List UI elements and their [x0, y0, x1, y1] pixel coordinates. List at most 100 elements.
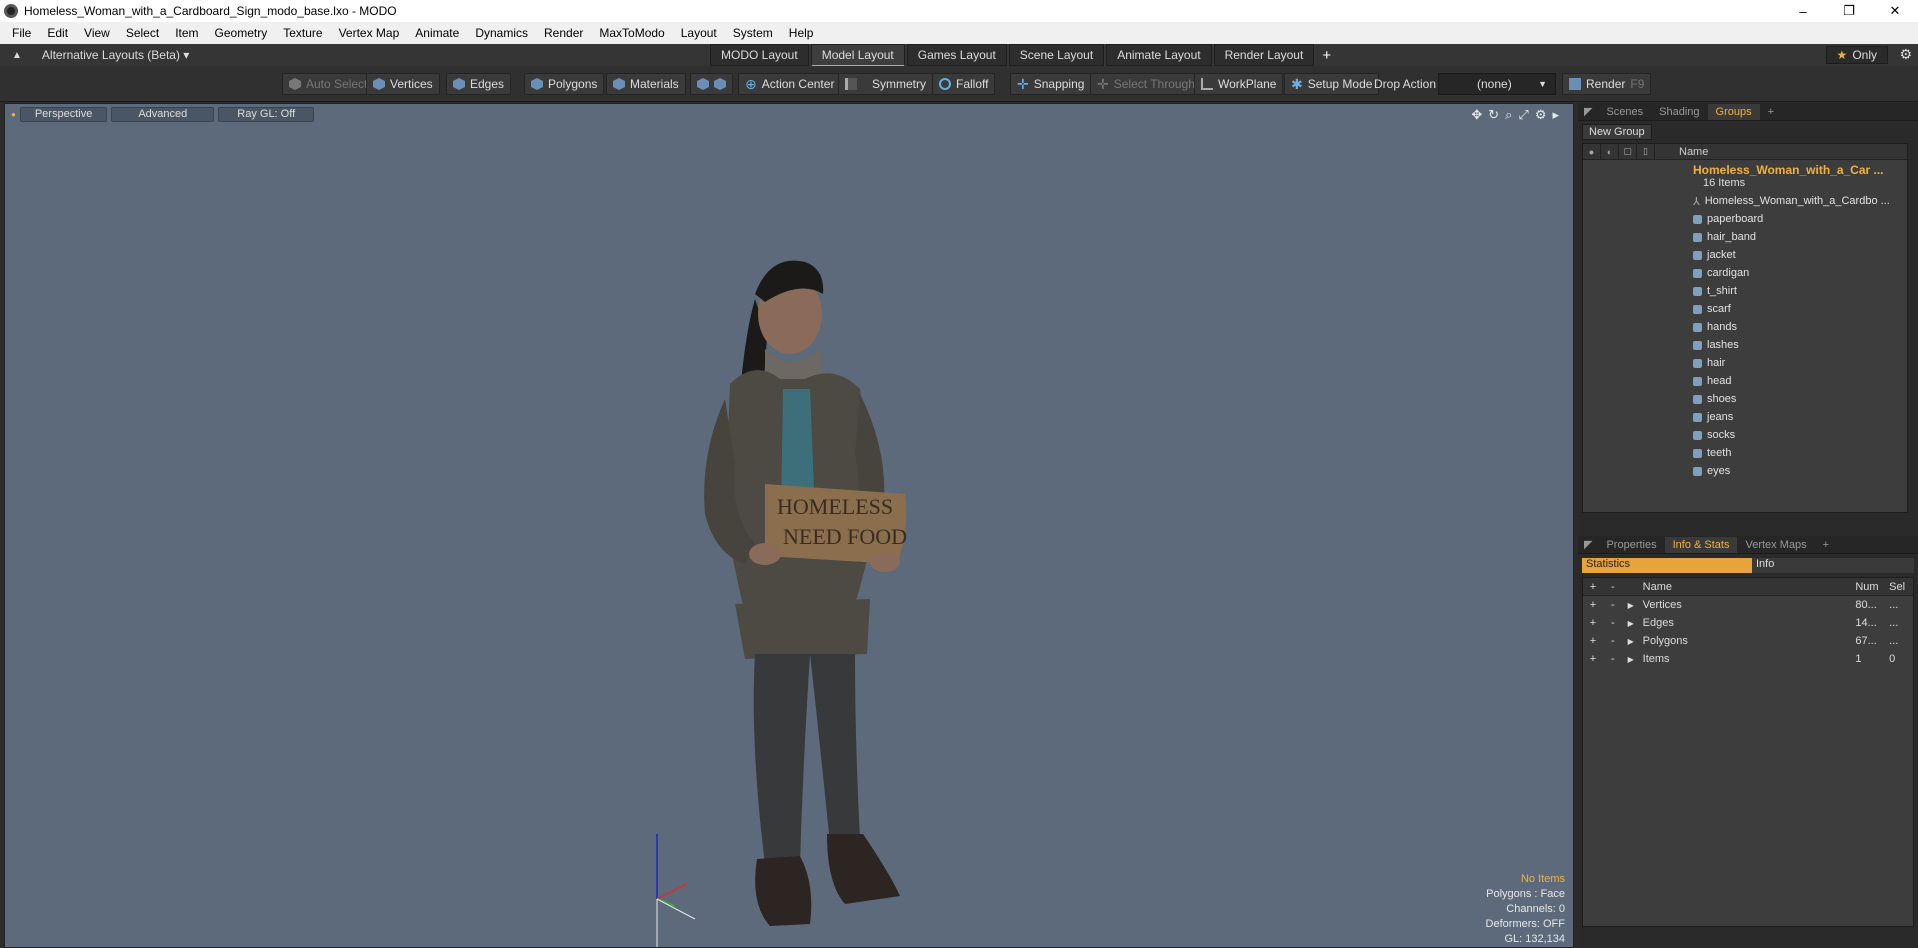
setup-mode-button[interactable]: ✱ Setup Mode — [1284, 73, 1380, 95]
expand-arrow-icon[interactable]: ▶ — [1623, 637, 1639, 646]
edges-button[interactable]: Edges — [446, 73, 512, 95]
auto-select-button[interactable]: Auto Select — [282, 73, 375, 95]
list-item[interactable]: head — [1583, 372, 1907, 390]
menu-view[interactable]: View — [76, 26, 118, 40]
lock-col-icon[interactable]: ▢ — [1619, 143, 1637, 160]
maximize-button[interactable]: ❐ — [1826, 0, 1872, 22]
move-tool-icon[interactable] — [697, 78, 709, 90]
list-item[interactable]: scarf — [1583, 300, 1907, 318]
raygl-button[interactable]: Ray GL: Off — [218, 106, 315, 122]
panel-menu-icon[interactable]: ◤ — [1578, 536, 1598, 553]
list-item[interactable]: shoes — [1583, 390, 1907, 408]
menu-edit[interactable]: Edit — [39, 26, 76, 40]
render-button[interactable]: Render F9 — [1562, 73, 1652, 95]
list-item[interactable]: hair_band — [1583, 228, 1907, 246]
menu-select[interactable]: Select — [118, 26, 167, 40]
add-selection-button[interactable]: + — [1583, 617, 1603, 629]
list-item[interactable]: jeans — [1583, 408, 1907, 426]
add-selection-button[interactable]: + — [1583, 599, 1603, 611]
perspective-button[interactable]: Perspective — [19, 106, 108, 122]
add-tab-button[interactable]: + — [1815, 537, 1837, 553]
select-through-button[interactable]: ✛ Select Through — [1090, 73, 1202, 95]
menu-animate[interactable]: Animate — [407, 26, 467, 40]
tab-model-layout[interactable]: Model Layout — [810, 43, 905, 67]
render-col-icon[interactable]: ◐ — [1601, 143, 1619, 160]
add-layout-button[interactable]: + — [1316, 47, 1337, 64]
tab-modo-layout[interactable]: MODO Layout — [710, 44, 809, 66]
table-row[interactable]: + - ▶ Edges 14... ... — [1583, 614, 1913, 632]
table-row[interactable]: + - ▶ Polygons 67... ... — [1583, 632, 1913, 650]
fit-view-icon[interactable]: ⤢ — [1518, 107, 1528, 123]
rotate-tool-icon[interactable] — [714, 78, 726, 90]
pan-icon[interactable]: ✥ — [1471, 107, 1482, 123]
new-group-button[interactable]: New Group — [1582, 124, 1652, 140]
tab-shading[interactable]: Shading — [1651, 104, 1707, 120]
tab-properties[interactable]: Properties — [1598, 537, 1664, 553]
menu-dynamics[interactable]: Dynamics — [467, 26, 536, 40]
only-toggle[interactable]: ★ Only — [1825, 46, 1888, 64]
list-item[interactable]: lashes — [1583, 336, 1907, 354]
drop-action-dropdown[interactable]: (none) ▼ — [1438, 73, 1556, 95]
menu-texture[interactable]: Texture — [275, 26, 330, 40]
remove-selection-button[interactable]: - — [1603, 617, 1623, 629]
character-model[interactable]: HOMELESS NEED FOOD — [605, 184, 925, 944]
menu-render[interactable]: Render — [536, 26, 591, 40]
list-item[interactable]: eyes — [1583, 462, 1907, 480]
expand-arrow-icon[interactable]: ▶ — [1623, 619, 1639, 628]
menu-maxtomodo[interactable]: MaxToModo — [591, 26, 672, 40]
add-selection-button[interactable]: + — [1583, 635, 1603, 647]
action-center-button[interactable]: ⊕ Action Center — [738, 73, 842, 95]
remove-selection-button[interactable]: - — [1603, 635, 1623, 647]
expand-arrow-icon[interactable]: ▶ — [1623, 655, 1639, 664]
tab-animate-layout[interactable]: Animate Layout — [1106, 44, 1212, 66]
viewport-settings-icon[interactable]: ⚙ — [1535, 107, 1547, 123]
tab-info[interactable]: Info — [1752, 558, 1914, 573]
menu-vertex-map[interactable]: Vertex Map — [331, 26, 408, 40]
symmetry-button[interactable]: Symmetry — [838, 73, 933, 95]
list-item[interactable]: jacket — [1583, 246, 1907, 264]
close-button[interactable]: ✕ — [1872, 0, 1918, 22]
visibility-col-icon[interactable]: ● — [1583, 143, 1601, 160]
remove-selection-button[interactable]: - — [1603, 599, 1623, 611]
3d-viewport[interactable]: ● Perspective Advanced Ray GL: Off ✥ ↻ ⌕… — [4, 103, 1574, 948]
list-item[interactable]: ⅄ Homeless_Woman_with_a_Cardbo ... — [1583, 192, 1907, 210]
table-row[interactable]: + - ▶ Items 1 0 — [1583, 650, 1913, 668]
tab-groups[interactable]: Groups — [1707, 103, 1760, 120]
list-item[interactable]: hair — [1583, 354, 1907, 372]
minimize-button[interactable]: – — [1780, 0, 1826, 22]
tab-statistics[interactable]: Statistics — [1582, 558, 1752, 573]
menu-layout[interactable]: Layout — [673, 26, 725, 40]
polygons-button[interactable]: Polygons — [524, 73, 605, 95]
tab-scenes[interactable]: Scenes — [1598, 104, 1651, 120]
menu-help[interactable]: Help — [781, 26, 822, 40]
vertices-button[interactable]: Vertices — [366, 73, 440, 95]
add-tab-button[interactable]: + — [1760, 104, 1782, 120]
panel-menu-icon[interactable]: ◤ — [1578, 103, 1598, 120]
materials-button[interactable]: Materials — [606, 73, 686, 95]
list-item[interactable]: socks — [1583, 426, 1907, 444]
gear-icon[interactable]: ⚙ — [1899, 46, 1912, 63]
menu-geometry[interactable]: Geometry — [207, 26, 276, 40]
select-col-icon[interactable]: ▯ — [1637, 143, 1655, 160]
zoom-icon[interactable]: ⌕ — [1505, 107, 1512, 123]
remove-selection-button[interactable]: - — [1603, 653, 1623, 665]
rotate-view-icon[interactable]: ↻ — [1488, 107, 1499, 123]
group-root-row[interactable]: Homeless_Woman_with_a_Car ... 16 Items — [1583, 160, 1907, 192]
list-item[interactable]: teeth — [1583, 444, 1907, 462]
expand-arrow-icon[interactable]: ▸ — [1552, 107, 1559, 123]
alternative-layouts-dropdown[interactable]: ▲ Alternative Layouts (Beta) ▾ — [12, 48, 189, 62]
menu-system[interactable]: System — [725, 26, 781, 40]
add-selection-button[interactable]: + — [1583, 653, 1603, 665]
tab-info-stats[interactable]: Info & Stats — [1664, 536, 1738, 553]
menu-file[interactable]: File — [4, 26, 39, 40]
list-item[interactable]: paperboard — [1583, 210, 1907, 228]
tab-vertex-maps[interactable]: Vertex Maps — [1737, 537, 1814, 553]
tab-games-layout[interactable]: Games Layout — [906, 44, 1007, 66]
list-item[interactable]: hands — [1583, 318, 1907, 336]
advanced-button[interactable]: Advanced — [111, 106, 215, 122]
menu-item[interactable]: Item — [167, 26, 206, 40]
workplane-button[interactable]: WorkPlane — [1194, 73, 1284, 95]
expand-arrow-icon[interactable]: ▶ — [1623, 601, 1639, 610]
list-item[interactable]: cardigan — [1583, 264, 1907, 282]
tab-scene-layout[interactable]: Scene Layout — [1008, 44, 1105, 66]
